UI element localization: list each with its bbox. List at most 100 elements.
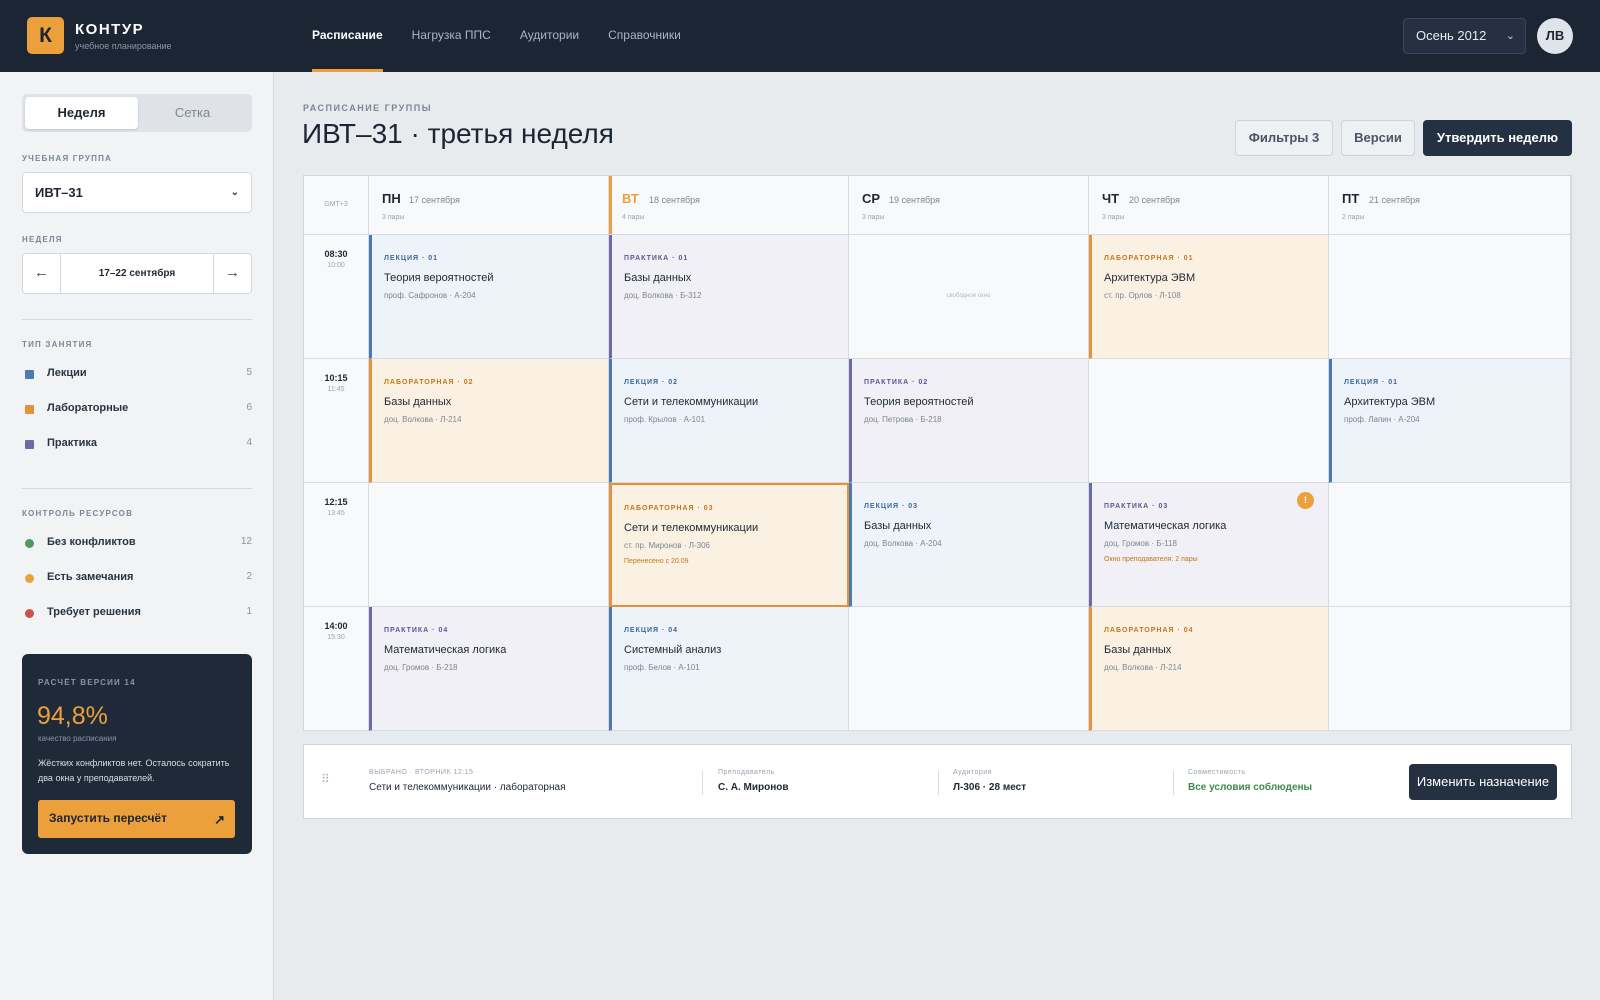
filter-lectures[interactable]: Лекции 5 [22, 365, 252, 385]
lab-color-icon [25, 405, 34, 414]
lesson-card[interactable]: ЛАБОРАТОРНАЯ · 01 Архитектура ЭВМ ст. пр. … [1089, 235, 1329, 359]
lesson-meta: доц. Волкова · Л-214 [384, 415, 462, 424]
recalculate-button[interactable]: Запустить пересчёт ↗ [38, 800, 235, 838]
group-value: ИВТ–31 [35, 185, 83, 200]
nav-references[interactable]: Справочники [608, 0, 681, 72]
group-select[interactable]: ИВТ–31 ⌄ [22, 172, 252, 213]
divider [22, 319, 252, 320]
warning-icon[interactable]: ! [1297, 492, 1314, 509]
lesson-type: ЛАБОРАТОРНАЯ · 04 [1104, 627, 1194, 634]
nav-teaching-load[interactable]: Нагрузка ППС [412, 0, 491, 72]
lesson-card[interactable]: ЛЕКЦИЯ · 04 Системный анализ проф. Белов ·… [609, 607, 849, 731]
empty-slot[interactable] [369, 483, 609, 607]
day-pair-count: 3 пары [862, 214, 885, 221]
lesson-type: ЛЕКЦИЯ · 02 [624, 379, 679, 386]
empty-slot[interactable] [849, 607, 1089, 731]
lesson-card[interactable]: ЛЕКЦИЯ · 01 Теория вероятностей проф. Сафр… [369, 235, 609, 359]
view-week-button[interactable]: Неделя [25, 97, 138, 129]
filter-no-conflicts[interactable]: Без конфликтов 12 [22, 534, 252, 554]
lesson-meta: проф. Лапин · А-204 [1344, 415, 1420, 424]
slot-start: 14:00 [324, 621, 348, 631]
today-marker [609, 176, 612, 234]
lesson-meta: ст. пр. Миронов · Л-306 [624, 541, 710, 550]
empty-slot[interactable] [1329, 235, 1571, 359]
lesson-meta: проф. Сафронов · А-204 [384, 291, 476, 300]
time-slot: 12:15 13:45 [304, 483, 369, 607]
arrow-left-icon[interactable]: ← [23, 254, 61, 293]
filter-label: Без конфликтов [47, 536, 136, 548]
lesson-meta: проф. Крылов · А-101 [624, 415, 706, 424]
logo-icon: К [27, 17, 64, 54]
time-slot: 14:00 15:30 [304, 607, 369, 731]
chevron-down-icon: ⌄ [1505, 30, 1515, 42]
compat-value: Все условия соблюдены [1188, 782, 1313, 793]
day-abbr: СР [862, 191, 881, 206]
slot-end: 13:45 [327, 510, 345, 517]
lesson-type: ПРАКТИКА · 02 [864, 379, 929, 386]
arrow-right-icon[interactable]: → [213, 254, 251, 293]
selection-value: Сети и телекоммуникации · лабораторная [369, 782, 566, 793]
day-date: 18 сентября [649, 195, 700, 205]
lesson-type: ЛЕКЦИЯ · 01 [384, 255, 439, 262]
lesson-card[interactable]: ЛЕКЦИЯ · 03 Базы данных доц. Волкова · А-2… [849, 483, 1089, 607]
drag-handle-icon[interactable]: ⠿ [321, 772, 330, 786]
filter-count: 4 [246, 437, 252, 448]
arrow-up-right-icon: ↗ [214, 812, 225, 827]
filter-count: 12 [240, 536, 252, 547]
selection-info: ВЫБРАНО · ВТОРНИК 12:15 Сети и телекомму… [369, 769, 566, 793]
time-slot: 10:15 11:45 [304, 359, 369, 483]
nav-rooms[interactable]: Аудитории [520, 0, 579, 72]
lesson-card[interactable]: ЛЕКЦИЯ · 01 Архитектура ЭВМ проф. Лапин · … [1329, 359, 1571, 483]
lesson-card-selected[interactable]: ЛАБОРАТОРНАЯ · 03 Сети и телекоммуникации… [609, 483, 849, 607]
view-grid-button[interactable]: Сетка [136, 97, 249, 129]
lesson-card[interactable]: ПРАКТИКА · 03 Математическая логика доц. Г… [1089, 483, 1329, 607]
lesson-card[interactable]: ПРАКТИКА · 04 Математическая логика доц. Г… [369, 607, 609, 731]
filter-count: 5 [246, 367, 252, 378]
day-abbr: ВТ [622, 191, 639, 206]
chevron-down-icon: ⌄ [230, 187, 239, 198]
compat-info: Совместимость Все условия соблюдены [1188, 769, 1312, 793]
divider [1173, 771, 1174, 795]
lesson-card[interactable]: ПРАКТИКА · 02 Теория вероятностей доц. Пет… [849, 359, 1089, 483]
lesson-type: ЛЕКЦИЯ · 03 [864, 503, 919, 510]
lesson-type: ЛЕКЦИЯ · 04 [624, 627, 679, 634]
approve-week-button[interactable]: Утвердить неделю [1423, 120, 1572, 156]
lesson-type: ЛАБОРАТОРНАЯ · 02 [384, 379, 474, 386]
day-date: 21 сентября [1369, 195, 1420, 205]
lesson-meta: ст. пр. Орлов · Л-108 [1104, 291, 1181, 300]
lesson-meta: доц. Волкова · Б-312 [624, 291, 702, 300]
teacher-value: С. А. Миронов [718, 782, 789, 793]
change-assignment-button[interactable]: Изменить назначение [1409, 764, 1557, 800]
lesson-title: Системный анализ [624, 644, 722, 656]
empty-slot[interactable] [1089, 359, 1329, 483]
slot-end: 15:30 [327, 634, 345, 641]
day-pair-count: 4 пары [622, 214, 645, 221]
filter-needs-decision[interactable]: Требует решения 1 [22, 604, 252, 624]
empty-slot[interactable] [1329, 483, 1571, 607]
resources-label: КОНТРОЛЬ РЕСУРСОВ [22, 509, 134, 518]
lesson-card[interactable]: ЛАБОРАТОРНАЯ · 02 Базы данных доц. Волкова… [369, 359, 609, 483]
free-slot[interactable]: свободное окно [849, 235, 1089, 359]
status-ok-icon [25, 539, 34, 548]
empty-slot[interactable] [1329, 607, 1571, 731]
lesson-meta: проф. Белов · А-101 [624, 663, 700, 672]
filter-labs[interactable]: Лабораторные 6 [22, 400, 252, 420]
filter-practice[interactable]: Практика 4 [22, 435, 252, 455]
nav-schedule[interactable]: Расписание [312, 0, 383, 72]
lesson-title: Базы данных [864, 520, 932, 532]
day-pair-count: 3 пары [1102, 214, 1125, 221]
filter-remarks[interactable]: Есть замечания 2 [22, 569, 252, 589]
lesson-card[interactable]: ЛЕКЦИЯ · 02 Сети и телекоммуникации проф. … [609, 359, 849, 483]
lesson-card[interactable]: ЛАБОРАТОРНАЯ · 04 Базы данных доц. Волкова… [1089, 607, 1329, 731]
filters-button[interactable]: Фильтры 3 [1235, 120, 1333, 156]
day-abbr: ЧТ [1102, 191, 1120, 206]
season-select[interactable]: Осень 2012 ⌄ [1403, 18, 1526, 54]
lesson-card[interactable]: ПРАКТИКА · 01 Базы данных доц. Волкова · Б… [609, 235, 849, 359]
teacher-label: Преподаватель [718, 769, 775, 776]
week-label: НЕДЕЛЯ [22, 235, 63, 244]
lesson-meta: доц. Волкова · Л-214 [1104, 663, 1182, 672]
versions-button[interactable]: Версии [1341, 120, 1415, 156]
divider [938, 771, 939, 795]
quality-percent: 94,8% [37, 702, 108, 730]
avatar[interactable]: ЛВ [1537, 18, 1573, 54]
